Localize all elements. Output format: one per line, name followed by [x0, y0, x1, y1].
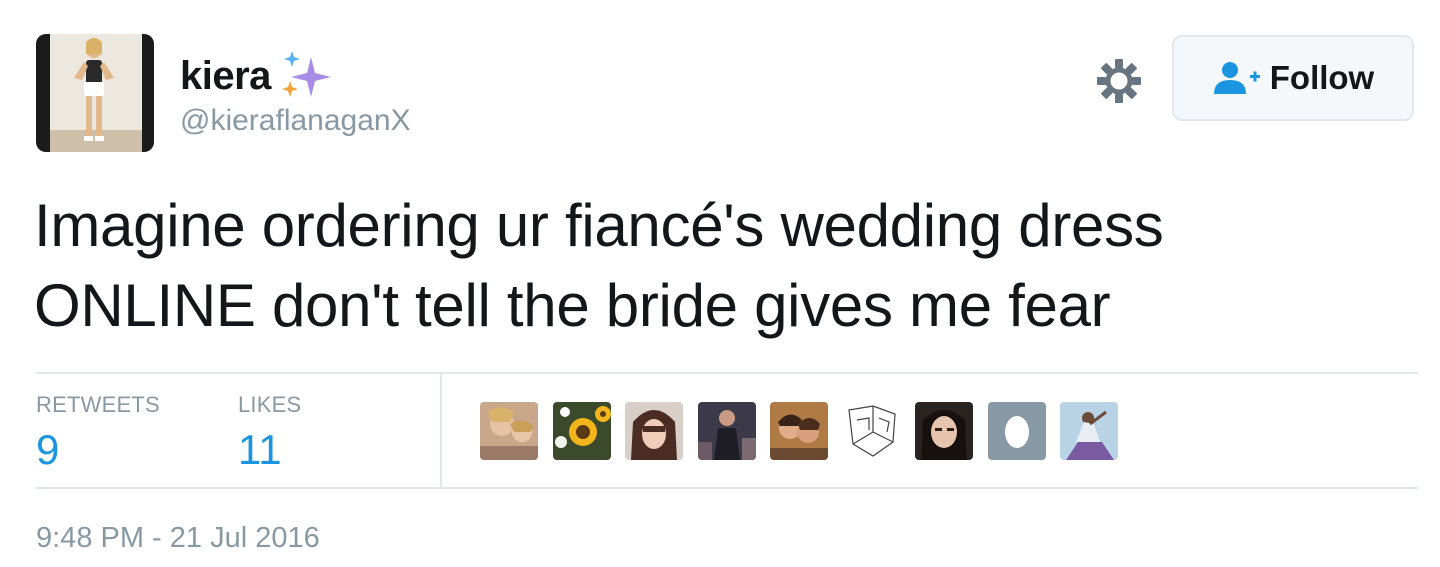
display-name[interactable]: kiera	[180, 54, 271, 99]
likes-label: LIKES	[238, 392, 302, 417]
retweets-label: RETWEETS	[36, 392, 160, 417]
user-name-row[interactable]: kiera	[180, 48, 335, 104]
liker-avatar-7-icon[interactable]	[915, 402, 973, 460]
stats-divider-vertical	[440, 374, 442, 487]
tweet-text: Imagine ordering ur fiancé's wedding dre…	[34, 186, 1334, 346]
gear-icon[interactable]	[1094, 56, 1144, 106]
retweets-count: 9	[36, 426, 60, 473]
stats-divider-bottom	[36, 487, 1418, 489]
follow-label: Follow	[1269, 59, 1375, 96]
tweet-text-line-2: ONLINE don't tell the bride gives me fea…	[34, 272, 1111, 339]
retweets-stat[interactable]: RETWEETS 9	[36, 392, 160, 474]
liker-avatar-sunflowers-icon[interactable]	[552, 402, 611, 460]
add-user-icon	[1213, 62, 1260, 94]
liker-avatar-5-icon[interactable]	[770, 402, 828, 460]
likes-stat[interactable]: LIKES 11	[238, 392, 301, 474]
profile-photo-icon	[36, 34, 154, 152]
liker-avatar-4-icon[interactable]	[697, 402, 756, 460]
likes-count: 11	[238, 426, 282, 473]
avatar[interactable]	[36, 34, 154, 152]
default-egg-avatar-icon[interactable]	[987, 402, 1046, 460]
liker-avatar-1-icon[interactable]	[480, 402, 538, 460]
liker-avatar-sketch-icon[interactable]	[842, 402, 901, 460]
tweet-card: kiera @kieraflanaganX Follow Imagine ord…	[0, 0, 1440, 567]
stats-divider-top	[36, 372, 1418, 374]
user-handle[interactable]: @kieraflanaganX	[180, 104, 411, 138]
tweet-text-line-1: Imagine ordering ur fiancé's wedding dre…	[34, 192, 1164, 259]
liker-avatar-3-icon[interactable]	[625, 402, 683, 460]
tweet-timestamp[interactable]: 9:48 PM - 21 Jul 2016	[36, 522, 320, 555]
likers-list	[480, 402, 1133, 460]
liker-avatar-9-icon[interactable]	[1060, 402, 1118, 460]
sparkles-icon	[281, 51, 331, 97]
follow-button[interactable]: Follow	[1172, 35, 1414, 121]
